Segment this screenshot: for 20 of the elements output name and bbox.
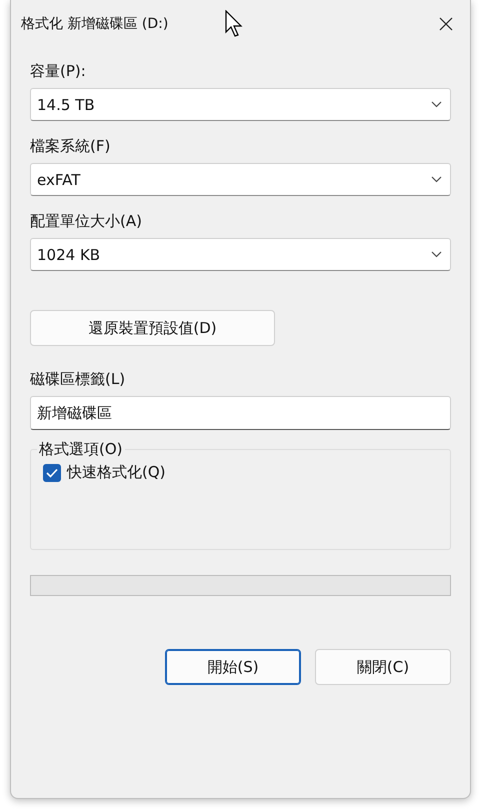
- dialog-button[interactable]: 關閉(C): [315, 649, 451, 685]
- window-title: 格式化 新增磁碟區 (D:): [21, 15, 168, 33]
- close-icon: [439, 17, 453, 31]
- chevron-down-icon: [431, 176, 442, 183]
- checkbox-option[interactable]: 快速格式化(Q): [43, 463, 438, 482]
- dropdown[interactable]: exFAT: [30, 163, 451, 196]
- group-title: 格式選項(O): [38, 440, 124, 459]
- checkmark-icon: [46, 468, 58, 478]
- volume-label-field[interactable]: 新增磁碟區: [30, 396, 451, 430]
- dialog-button[interactable]: 開始(S): [165, 649, 301, 685]
- field-label: 配置單位大小(A): [30, 212, 143, 231]
- field-label: 磁碟區標籤(L): [30, 370, 126, 389]
- mouse-cursor-icon: [225, 10, 243, 38]
- dropdown[interactable]: 14.5 TB: [30, 88, 451, 121]
- dropdown[interactable]: 1024 KB: [30, 238, 451, 271]
- field-label: 檔案系統(F): [30, 137, 112, 156]
- field-label: 容量(P):: [30, 62, 87, 81]
- chevron-down-icon: [431, 251, 442, 258]
- chevron-down-icon: [431, 101, 442, 108]
- restore-defaults-button[interactable]: 還原裝置預設值(D): [30, 310, 275, 346]
